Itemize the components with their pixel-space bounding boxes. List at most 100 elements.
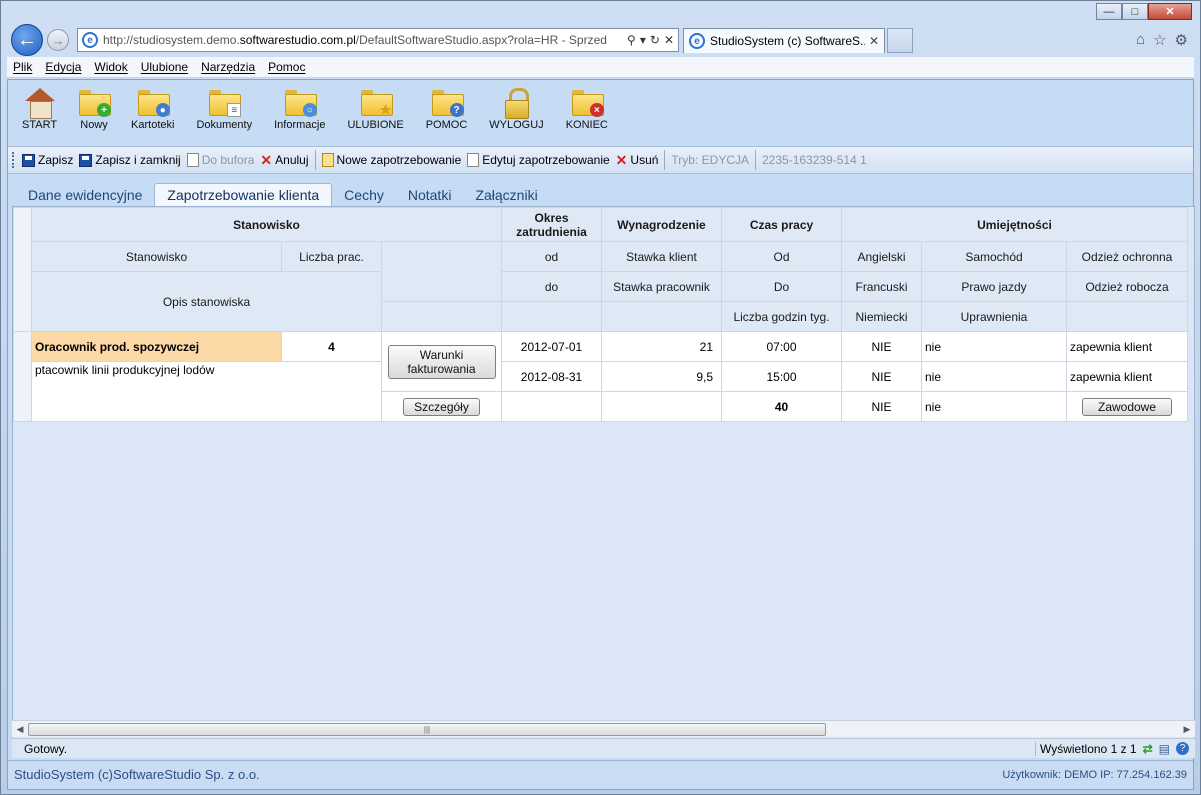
col-license[interactable]: Prawo jazdy — [921, 271, 1067, 302]
cell-count[interactable]: 4 — [281, 331, 382, 362]
url-text[interactable]: http://studiosystem.demo.softwarestudio.… — [103, 33, 623, 47]
billing-terms-button[interactable]: Warunki fakturowania — [387, 344, 496, 379]
address-bar[interactable]: e http://studiosystem.demo.softwarestudi… — [77, 28, 679, 52]
menu-view[interactable]: Widok — [94, 60, 127, 74]
export-icon[interactable]: ▤ — [1159, 742, 1170, 756]
delete-button[interactable]: ✕ Usuń — [613, 153, 662, 167]
col-count[interactable]: Liczba prac. — [281, 241, 382, 272]
tab-notes[interactable]: Notatki — [396, 184, 464, 206]
col-blank — [381, 301, 502, 332]
home-icon[interactable]: ⌂ — [1136, 31, 1145, 49]
refresh-icon[interactable]: ↻ — [650, 33, 660, 47]
col-protective[interactable]: Odzież ochronna — [1066, 241, 1188, 272]
tab-client-requirement[interactable]: Zapotrzebowanie klienta — [154, 183, 333, 206]
tab-features[interactable]: Cechy — [332, 184, 396, 206]
save-button[interactable]: Zapisz — [19, 153, 76, 167]
cancel-button[interactable]: ✕ Anuluj — [257, 153, 311, 167]
col-english[interactable]: Angielski — [841, 241, 922, 272]
cell-french[interactable]: NIE — [841, 361, 922, 392]
new-button[interactable]: + Nowy — [71, 84, 117, 131]
minimize-button[interactable]: — — [1096, 3, 1122, 20]
window-controls: — □ ✕ — [1096, 3, 1192, 20]
address-row: ← → e http://studiosystem.demo.softwares… — [7, 23, 1194, 57]
row-selector[interactable] — [13, 331, 32, 422]
col-position[interactable]: Stanowisko — [31, 241, 282, 272]
menu-tools[interactable]: Narzędzia — [201, 60, 255, 74]
close-tab-icon[interactable]: ✕ — [869, 34, 879, 48]
gear-icon[interactable]: ⚙ — [1175, 31, 1188, 49]
menu-file[interactable]: Plik — [13, 60, 32, 74]
chevron-down-icon[interactable]: ▾ — [640, 33, 646, 47]
favorites-star-icon[interactable]: ☆ — [1153, 31, 1166, 49]
horizontal-scrollbar[interactable]: ◀ ||| ▶ — [12, 720, 1195, 737]
cell-description[interactable]: ptacownik linii produkcyjnej lodów — [31, 361, 382, 422]
documents-button[interactable]: ≡ Dokumenty — [188, 84, 260, 131]
col-weekly-hours[interactable]: Liczba godzin tyg. — [721, 301, 842, 332]
search-icon[interactable]: ⚲ — [627, 33, 636, 47]
cell-protective[interactable]: zapewnia klient — [1066, 331, 1188, 362]
col-car[interactable]: Samochód — [921, 241, 1067, 272]
ie-icon: e — [689, 33, 705, 49]
cell-weekly-hours[interactable]: 40 — [721, 391, 842, 422]
toolbar-grip[interactable] — [12, 152, 15, 168]
stop-icon[interactable]: ✕ — [664, 33, 674, 47]
new-requirement-button[interactable]: Nowe zapotrzebowanie — [319, 153, 465, 167]
col-from[interactable]: od — [501, 241, 602, 272]
col-to[interactable]: do — [501, 271, 602, 302]
edit-requirement-button[interactable]: Edytuj zapotrzebowanie — [464, 153, 612, 167]
cell-rate-client[interactable]: 21 — [601, 331, 722, 362]
col-workwear[interactable]: Odzież robocza — [1066, 271, 1188, 302]
col-time-from[interactable]: Od — [721, 241, 842, 272]
menu-edit[interactable]: Edycja — [45, 60, 81, 74]
col-time-to[interactable]: Do — [721, 271, 842, 302]
cell-date-from[interactable]: 2012-07-01 — [501, 331, 602, 362]
menu-help[interactable]: Pomoc — [268, 60, 305, 74]
scroll-left-icon[interactable]: ◀ — [14, 723, 26, 735]
logout-button[interactable]: WYLOGUJ — [481, 84, 551, 131]
cell-english[interactable]: NIE — [841, 331, 922, 362]
refresh-icon[interactable]: ⇄ — [1143, 742, 1153, 756]
tab-attachments[interactable]: Załączniki — [463, 184, 549, 206]
col-french[interactable]: Francuski — [841, 271, 922, 302]
menu-favorites[interactable]: Ulubione — [141, 60, 188, 74]
cell-position[interactable]: Oracownik prod. spozywczej — [31, 331, 282, 362]
scroll-right-icon[interactable]: ▶ — [1181, 723, 1193, 735]
cell-rate-worker[interactable]: 9,5 — [601, 361, 722, 392]
folder-documents-icon: ≡ — [209, 88, 242, 117]
records-button[interactable]: ● Kartoteki — [123, 84, 182, 131]
cell-date-to[interactable]: 2012-08-31 — [501, 361, 602, 392]
details-button[interactable]: Szczegóły — [403, 397, 480, 416]
col-rate-client[interactable]: Stawka klient — [601, 241, 722, 272]
cell-time-to[interactable]: 15:00 — [721, 361, 842, 392]
exit-button[interactable]: × KONIEC — [558, 84, 616, 131]
favorites-button[interactable]: ★ ULUBIONE — [339, 84, 411, 131]
col-description[interactable]: Opis stanowiska — [31, 271, 382, 332]
group-position: Stanowisko — [31, 207, 502, 242]
scroll-thumb[interactable]: ||| — [28, 723, 826, 736]
new-tab-button[interactable] — [887, 28, 913, 53]
help-icon[interactable]: ? — [1176, 742, 1189, 755]
cell-time-from[interactable]: 07:00 — [721, 331, 842, 362]
cell-german[interactable]: NIE — [841, 391, 922, 422]
lock-icon — [505, 88, 530, 119]
col-rate-worker[interactable]: Stawka pracownik — [601, 271, 722, 302]
back-button[interactable]: ← — [11, 24, 43, 56]
to-buffer-button[interactable]: Do bufora — [184, 153, 258, 167]
cell-permissions[interactable]: nie — [921, 391, 1067, 422]
tab-registration-data[interactable]: Dane ewidencyjne — [16, 184, 154, 206]
cell-car[interactable]: nie — [921, 331, 1067, 362]
professional-button[interactable]: Zawodowe — [1082, 397, 1172, 416]
information-button[interactable]: ○ Informacje — [266, 84, 333, 131]
cell-workwear[interactable]: zapewnia klient — [1066, 361, 1188, 392]
save-close-button[interactable]: Zapisz i zamknij — [76, 153, 183, 167]
col-permissions[interactable]: Uprawnienia — [921, 301, 1067, 332]
cell-license[interactable]: nie — [921, 361, 1067, 392]
browser-tab[interactable]: e StudioSystem (c) SoftwareS... ✕ — [683, 28, 885, 53]
close-window-button[interactable]: ✕ — [1148, 3, 1192, 20]
forward-button[interactable]: → — [47, 29, 69, 51]
folder-help-icon: ? — [431, 88, 464, 117]
start-button[interactable]: START — [14, 84, 65, 131]
maximize-button[interactable]: □ — [1122, 3, 1148, 20]
col-german[interactable]: Niemiecki — [841, 301, 922, 332]
help-button[interactable]: ? POMOC — [418, 84, 476, 131]
